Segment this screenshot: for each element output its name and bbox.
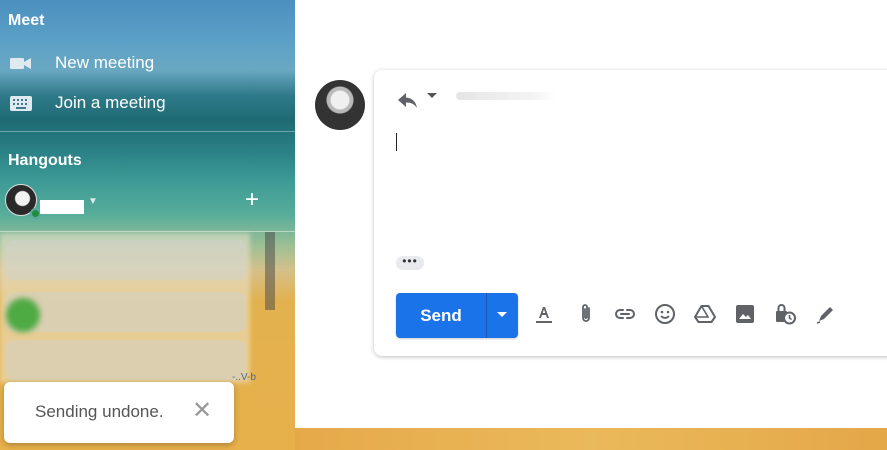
contacts-scrollbar[interactable] xyxy=(265,232,275,310)
send-button-group: Send xyxy=(396,293,518,338)
meet-divider xyxy=(0,131,295,132)
keyboard-icon xyxy=(9,93,33,113)
attach-icon[interactable] xyxy=(574,302,598,326)
reply-icon[interactable] xyxy=(396,90,420,110)
list-item[interactable] xyxy=(6,292,246,332)
toast-message: Sending undone. xyxy=(35,402,164,421)
recipient-field[interactable] xyxy=(456,92,556,100)
contact-avatar-blurred xyxy=(6,298,40,332)
text-cursor xyxy=(396,133,397,151)
meet-section-title: Meet xyxy=(8,12,45,29)
confidential-mode-icon[interactable] xyxy=(773,302,797,326)
new-conversation-button[interactable]: + xyxy=(245,188,259,212)
drive-icon[interactable] xyxy=(693,302,717,326)
status-dropdown-icon[interactable]: ▼ xyxy=(88,196,98,207)
close-icon[interactable]: ✕ xyxy=(192,396,212,426)
list-item[interactable] xyxy=(6,340,246,380)
new-meeting-label: New meeting xyxy=(55,53,155,72)
new-meeting-item[interactable]: New meeting xyxy=(0,45,295,81)
list-item[interactable] xyxy=(6,240,246,280)
hangouts-divider xyxy=(0,231,295,232)
undo-toast: Sending undone. ✕ xyxy=(4,382,234,443)
send-options-button[interactable] xyxy=(487,293,518,338)
photo-icon[interactable] xyxy=(733,302,757,326)
show-trimmed-content-button[interactable]: ••• xyxy=(396,255,424,270)
link-icon[interactable] xyxy=(613,302,637,326)
reply-type-dropdown-icon[interactable] xyxy=(427,93,437,98)
signature-pen-icon[interactable] xyxy=(814,302,838,326)
send-button[interactable]: Send xyxy=(396,293,486,338)
user-name-redacted xyxy=(40,200,84,214)
partial-text: -..V-b xyxy=(232,372,256,383)
sand-strip xyxy=(295,428,887,450)
format-text-icon[interactable] xyxy=(532,302,556,326)
join-meeting-label: Join a meeting xyxy=(55,93,166,112)
join-meeting-item[interactable]: Join a meeting xyxy=(0,85,295,121)
sender-avatar xyxy=(315,80,365,130)
emoji-icon[interactable] xyxy=(653,302,677,326)
videocam-icon xyxy=(9,53,33,73)
chevron-down-icon xyxy=(497,312,507,317)
hangouts-section-title: Hangouts xyxy=(8,152,82,169)
reply-compose-box: ••• Send xyxy=(374,70,887,356)
